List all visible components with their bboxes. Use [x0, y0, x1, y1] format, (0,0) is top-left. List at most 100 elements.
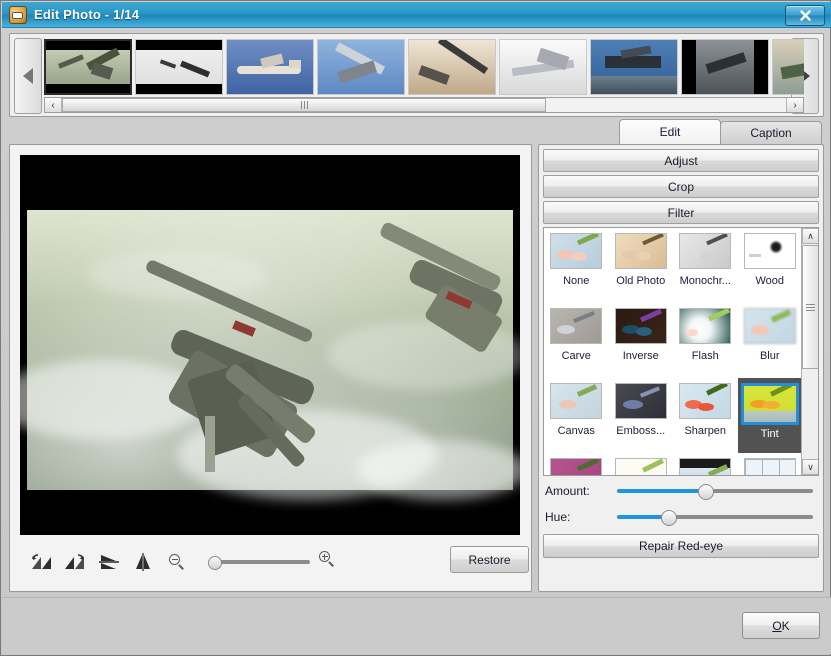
filter-thumbnail [679, 308, 732, 344]
flip-vertical-icon[interactable] [126, 548, 160, 576]
filter-item-blur[interactable]: Blur [738, 303, 803, 378]
filter-item-old-photo[interactable]: Old Photo [609, 228, 674, 303]
scrollbar-track[interactable] [62, 98, 786, 112]
list-item[interactable] [590, 39, 678, 95]
filter-label: Canvas [557, 425, 595, 437]
list-item[interactable] [317, 39, 405, 95]
filter-item-flash[interactable]: Flash [673, 303, 738, 378]
filter-item-row4-1[interactable] [544, 453, 609, 475]
hue-slider-row: Hue: [543, 506, 819, 528]
filter-scrollbar[interactable]: ∧ ∨ [801, 228, 818, 475]
filter-item-row4-2[interactable] [609, 453, 674, 475]
scroll-right-button[interactable]: › [786, 98, 803, 112]
restore-button[interactable]: Restore [450, 546, 529, 573]
thumbnail-list [44, 37, 804, 97]
photo-editor-icon [9, 5, 27, 24]
close-icon[interactable] [785, 5, 825, 26]
amount-slider-row: Amount: [543, 480, 819, 502]
section-adjust-button[interactable]: Adjust [543, 149, 819, 172]
filter-item-carve[interactable]: Carve [544, 303, 609, 378]
filter-label: Emboss... [616, 425, 666, 437]
tab-caption[interactable]: Caption [720, 121, 822, 144]
filter-label: Monochr... [679, 275, 731, 287]
edit-photo-window: Edit Photo - 1/14 ‹ › Edit Caption Resto… [0, 0, 831, 656]
scrollbar-thumb[interactable] [62, 98, 546, 112]
panel-tabs: Edit Caption [619, 119, 822, 144]
footer-bar: OK [2, 597, 831, 654]
filter-item-none[interactable]: None [544, 228, 609, 303]
zoom-in-icon[interactable] [310, 545, 344, 573]
filter-item-row4-4[interactable] [738, 453, 803, 475]
zoom-slider-track[interactable] [218, 560, 310, 564]
filter-item-emboss[interactable]: Emboss... [609, 378, 674, 453]
amount-slider[interactable] [617, 483, 813, 500]
tab-edit[interactable]: Edit [619, 119, 721, 144]
filter-thumbnail [740, 383, 799, 425]
filter-thumbnail [550, 233, 603, 269]
jet-foreground [137, 240, 387, 472]
filter-item-sharpen[interactable]: Sharpen [673, 378, 738, 453]
filter-label: Inverse [622, 350, 659, 362]
ok-button[interactable]: OK [742, 612, 820, 639]
repair-redeye-button[interactable]: Repair Red-eye [543, 534, 819, 558]
filter-thumbnail [743, 233, 796, 269]
grip-icon [300, 101, 308, 109]
list-item[interactable] [499, 39, 587, 95]
list-item[interactable] [44, 39, 132, 95]
preview-photo [20, 210, 520, 500]
filter-thumbnail [550, 308, 603, 344]
scroll-down-button[interactable]: ∨ [802, 459, 818, 475]
filter-thumbnail [550, 383, 603, 419]
thumbnail-strip: ‹ › [9, 33, 824, 117]
scroll-left-button[interactable]: ‹ [45, 98, 62, 112]
filter-thumbnail [743, 458, 796, 475]
filter-label: Carve [561, 350, 591, 362]
slider-thumb[interactable] [660, 510, 677, 526]
scrollbar-thumb[interactable] [802, 245, 818, 369]
window-title: Edit Photo - 1/14 [34, 7, 140, 22]
filter-label: Tint [760, 428, 779, 440]
filter-label: None [563, 275, 590, 287]
amount-label: Amount: [545, 484, 590, 498]
ok-rest: K [781, 618, 790, 633]
filter-grid: None Old Photo Monochr... Wood Carve Inv… [544, 228, 803, 475]
filter-thumbnail [679, 233, 732, 269]
filter-thumbnail [614, 308, 667, 344]
filter-thumbnail [679, 458, 732, 475]
filter-label: Sharpen [684, 425, 727, 437]
filter-label: Flash [691, 350, 719, 362]
filter-item-tint[interactable]: Tint [737, 378, 802, 453]
filter-item-inverse[interactable]: Inverse [609, 303, 674, 378]
zoom-out-icon[interactable] [160, 548, 194, 576]
rotate-right-icon[interactable] [58, 548, 92, 576]
filter-thumbnail [614, 458, 667, 475]
filter-item-monochrome[interactable]: Monochr... [673, 228, 738, 303]
filter-item-row4-3[interactable] [673, 453, 738, 475]
rotate-left-icon[interactable] [24, 548, 58, 576]
hue-slider[interactable] [617, 509, 813, 526]
filter-item-wood[interactable]: Wood [738, 228, 803, 303]
list-item[interactable] [226, 39, 314, 95]
filter-thumbnail [550, 458, 603, 475]
list-item[interactable] [681, 39, 769, 95]
flip-horizontal-icon[interactable] [92, 548, 126, 576]
filter-thumbnail [679, 383, 732, 419]
image-preview[interactable] [20, 155, 520, 535]
zoom-slider[interactable] [208, 556, 318, 570]
list-item[interactable] [772, 39, 804, 95]
filter-item-canvas[interactable]: Canvas [544, 378, 609, 453]
filter-thumbnail [614, 383, 667, 419]
filter-label: Blur [759, 350, 780, 362]
slider-thumb[interactable] [698, 484, 715, 500]
zoom-slider-thumb[interactable] [208, 556, 222, 570]
hue-label: Hue: [545, 510, 571, 524]
chevron-left-icon [23, 68, 33, 84]
section-filter-button[interactable]: Filter [543, 201, 819, 224]
slider-fill [617, 489, 706, 493]
thumbnail-scrollbar[interactable]: ‹ › [44, 97, 804, 113]
list-item[interactable] [135, 39, 223, 95]
section-crop-button[interactable]: Crop [543, 175, 819, 198]
scroll-up-button[interactable]: ∧ [802, 228, 818, 244]
list-item[interactable] [408, 39, 496, 95]
strip-prev-button[interactable] [14, 38, 42, 114]
